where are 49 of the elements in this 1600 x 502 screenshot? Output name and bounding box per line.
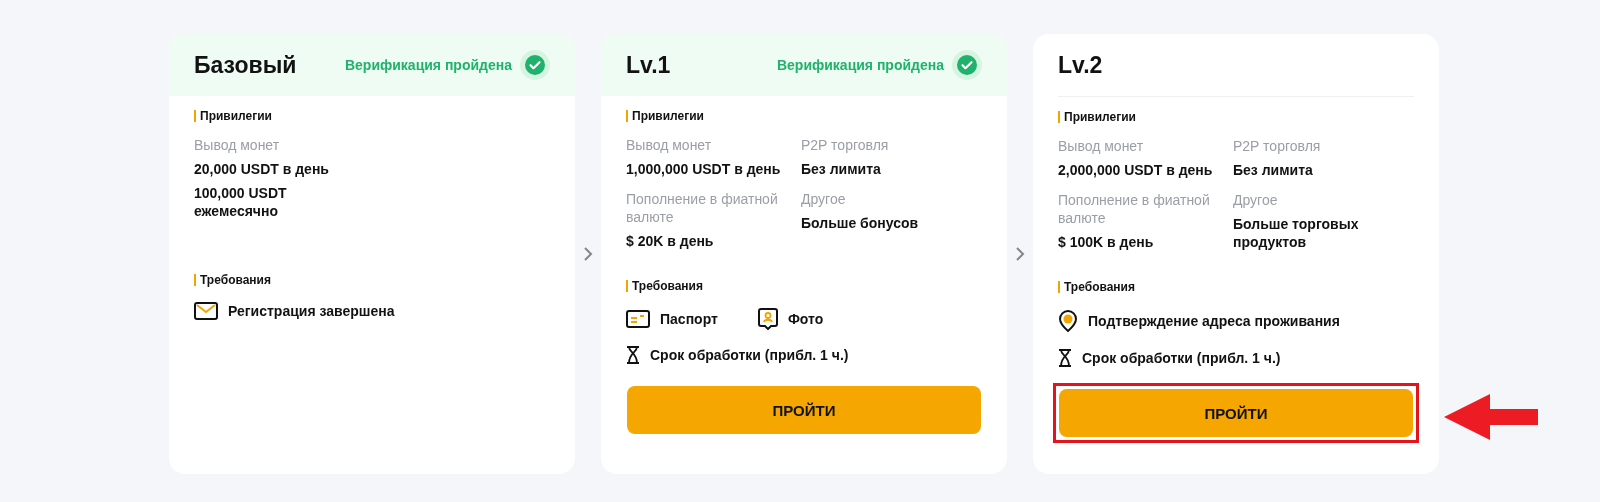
privilege-value: 1,000,000 USDT в день xyxy=(626,160,782,178)
level-title: Lv.1 xyxy=(626,51,672,79)
start-button[interactable]: ПРОЙТИ xyxy=(1059,389,1413,437)
section-heading: Требования xyxy=(626,280,703,292)
verification-status: Верификация пройдена xyxy=(776,57,944,73)
privilege-label: Вывод монет xyxy=(626,136,713,154)
chevron-right-icon xyxy=(583,246,593,262)
privilege-label: Пополнение в фиатной валюте xyxy=(1058,191,1211,227)
section-heading: Привилегии xyxy=(626,110,704,122)
privilege-label: P2P торговля xyxy=(801,136,890,154)
section-heading: Требования xyxy=(1058,281,1135,293)
hourglass-icon xyxy=(1058,349,1072,367)
portrait-icon xyxy=(757,308,778,330)
privilege-value: $ 100K в день xyxy=(1058,233,1155,251)
chevron-right-icon xyxy=(1015,246,1025,262)
start-button[interactable]: ПРОЙТИ xyxy=(627,386,981,434)
privilege-value: 2,000,000 USDT в день xyxy=(1058,161,1214,179)
requirement-text: Срок обработки (прибл. 1 ч.) xyxy=(650,347,849,363)
privilege-label: Вывод монет xyxy=(1058,137,1145,155)
check-icon xyxy=(952,50,982,80)
section-heading: Привилегии xyxy=(1058,111,1136,123)
location-pin-icon xyxy=(1058,309,1078,333)
level-title: Базовый xyxy=(194,51,298,79)
pointer-arrow-icon xyxy=(1444,394,1538,440)
privilege-label: Другое xyxy=(1233,191,1279,209)
requirement-text: Срок обработки (прибл. 1 ч.) xyxy=(1082,350,1281,366)
requirement-text: Подтверждение адреса проживания xyxy=(1088,313,1340,329)
section-heading: Привилегии xyxy=(194,110,272,122)
privilege-label: P2P торговля xyxy=(1233,137,1322,155)
id-card-icon xyxy=(626,310,650,328)
privilege-value: $ 20K в день xyxy=(626,232,715,250)
requirement-text: Регистрация завершена xyxy=(228,303,395,319)
privilege-label: Другое xyxy=(801,190,847,208)
verification-status: Верификация пройдена xyxy=(344,57,512,73)
privilege-label: Вывод монет xyxy=(194,136,281,154)
privilege-value: Без лимита xyxy=(1233,161,1314,179)
privilege-value: Больше бонусов xyxy=(801,214,920,232)
envelope-icon xyxy=(194,302,218,320)
privilege-value: Больше торговых продуктов xyxy=(1233,215,1360,251)
privilege-value: Без лимита xyxy=(801,160,882,178)
privilege-value: 20,000 USDT в день xyxy=(194,160,330,178)
requirement-text: Паспорт xyxy=(660,311,718,327)
hourglass-icon xyxy=(626,346,640,364)
requirement-text: Фото xyxy=(787,311,824,327)
check-icon xyxy=(520,50,550,80)
privilege-value: 100,000 USDT ежемесячно xyxy=(194,184,288,220)
level-title: Lv.2 xyxy=(1058,51,1104,79)
privilege-label: Пополнение в фиатной валюте xyxy=(626,190,779,226)
section-heading: Требования xyxy=(194,274,271,286)
